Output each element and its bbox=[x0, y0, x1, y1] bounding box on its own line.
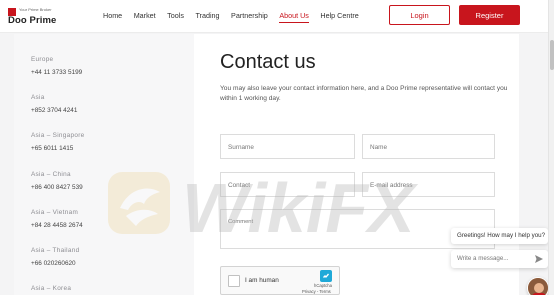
surname-field[interactable]: Surname bbox=[220, 134, 355, 159]
surname-placeholder: Surname bbox=[228, 144, 254, 151]
captcha-checkbox[interactable] bbox=[228, 275, 240, 287]
email-placeholder: E-mail address bbox=[370, 182, 413, 189]
region-label: Asia – Korea bbox=[31, 285, 72, 292]
chat-greeting-bubble[interactable]: Greetings! How may I help you? bbox=[451, 228, 548, 244]
chat-input-placeholder: Write a message... bbox=[457, 255, 509, 262]
logo-name: Doo Prime bbox=[8, 15, 57, 26]
region-label: Asia bbox=[31, 94, 45, 101]
contact-placeholder: Contact bbox=[228, 182, 251, 189]
region-label: Europe bbox=[31, 56, 54, 63]
register-button[interactable]: Register bbox=[459, 5, 520, 25]
phone-number[interactable]: +86 400 8427 539 bbox=[31, 184, 83, 191]
region-label: Asia – Vietnam bbox=[31, 209, 79, 216]
form-description: You may also leave your contact informat… bbox=[220, 85, 508, 102]
nav-help-centre[interactable]: Help Centre bbox=[320, 11, 358, 23]
region-label: Asia – Singapore bbox=[31, 132, 85, 139]
agent-portrait-icon bbox=[528, 278, 548, 295]
page-title: Contact us bbox=[220, 51, 316, 73]
nav-market[interactable]: Market bbox=[134, 11, 156, 23]
nav-partnership[interactable]: Partnership bbox=[231, 11, 268, 23]
captcha-widget: I am human hCaptcha Privacy - Terms bbox=[220, 266, 340, 295]
send-icon[interactable] bbox=[534, 254, 544, 264]
phone-number[interactable]: +65 6011 1415 bbox=[31, 145, 73, 152]
region-label: Asia – China bbox=[31, 171, 71, 178]
phone-number[interactable]: +66 020260620 bbox=[31, 260, 76, 267]
nav-home[interactable]: Home bbox=[103, 11, 122, 23]
captcha-links[interactable]: Privacy - Terms bbox=[302, 289, 331, 294]
scrollbar-thumb[interactable] bbox=[550, 40, 554, 70]
logo-tagline: Your Prime Broker bbox=[19, 7, 52, 12]
nav-tools[interactable]: Tools bbox=[167, 11, 184, 23]
login-button[interactable]: Login bbox=[389, 5, 450, 25]
nav-trading[interactable]: Trading bbox=[195, 11, 219, 23]
name-field[interactable]: Name bbox=[362, 134, 495, 159]
main-nav: Home Market Tools Trading Partnership Ab… bbox=[103, 11, 370, 23]
contact-field[interactable]: Contact bbox=[220, 172, 355, 197]
page-scrollbar[interactable] bbox=[548, 0, 554, 295]
email-field[interactable]: E-mail address bbox=[362, 172, 495, 197]
doo-prime-logo[interactable]: Your Prime Broker Doo Prime bbox=[8, 6, 70, 28]
name-placeholder: Name bbox=[370, 144, 388, 151]
chat-message-input[interactable]: Write a message... bbox=[451, 250, 548, 268]
phone-number[interactable]: +84 28 4458 2674 bbox=[31, 222, 83, 229]
hcaptcha-logo-icon bbox=[320, 270, 332, 282]
top-header: Your Prime Broker Doo Prime Home Market … bbox=[0, 0, 554, 33]
phone-number[interactable]: +44 11 3733 5199 bbox=[31, 69, 82, 76]
nav-about-us[interactable]: About Us bbox=[279, 11, 309, 23]
captcha-brand: hCaptcha bbox=[314, 283, 332, 288]
comment-placeholder: Comment bbox=[228, 219, 254, 225]
chat-agent-avatar[interactable] bbox=[527, 277, 549, 295]
chat-greeting-text: Greetings! How may I help you? bbox=[457, 232, 546, 239]
phone-number[interactable]: +852 3704 4241 bbox=[31, 107, 77, 114]
region-label: Asia – Thailand bbox=[31, 247, 80, 254]
captcha-label: I am human bbox=[245, 277, 279, 284]
contact-numbers-column: Europe +44 11 3733 5199 Asia +852 3704 4… bbox=[14, 34, 194, 295]
